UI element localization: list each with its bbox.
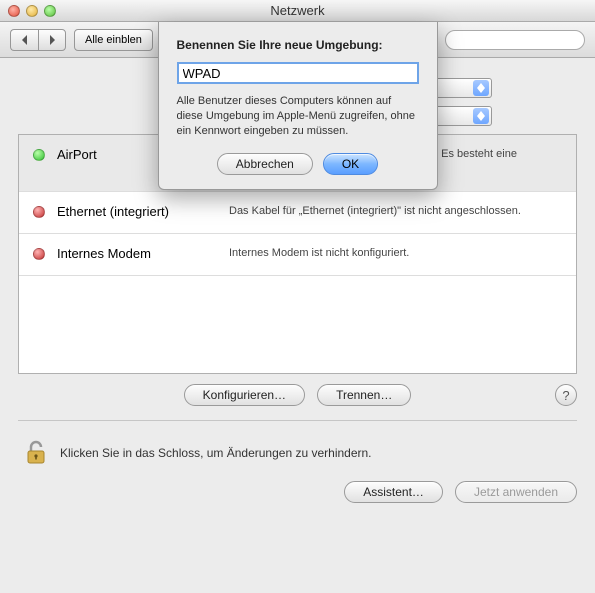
divider xyxy=(18,420,577,421)
rename-location-sheet: Benennen Sie Ihre neue Umgebung: Alle Be… xyxy=(158,22,438,190)
lock-text: Klicken Sie in das Schloss, um Änderunge… xyxy=(60,446,372,460)
chevron-left-icon xyxy=(20,35,30,45)
popup-arrows-icon xyxy=(473,80,489,96)
help-button[interactable]: ? xyxy=(555,384,577,406)
status-indicator-icon xyxy=(33,149,45,161)
search-wrap xyxy=(445,30,585,50)
popup-arrows-icon xyxy=(473,108,489,124)
ok-button[interactable]: OK xyxy=(323,153,378,175)
network-row-modem[interactable]: Internes Modem Internes Modem ist nicht … xyxy=(19,234,576,276)
status-indicator-icon xyxy=(33,206,45,218)
network-name: Internes Modem xyxy=(57,246,217,261)
forward-button[interactable] xyxy=(38,29,66,51)
disconnect-button[interactable]: Trennen… xyxy=(317,384,411,406)
titlebar: Netzwerk xyxy=(0,0,595,22)
search-input[interactable] xyxy=(445,30,585,50)
sheet-description: Alle Benutzer dieses Computers können au… xyxy=(177,94,419,139)
network-name: Ethernet (integriert) xyxy=(57,204,217,219)
sheet-buttons: Abbrechen OK xyxy=(177,153,419,175)
apply-button[interactable]: Jetzt anwenden xyxy=(455,481,577,503)
show-all-button[interactable]: Alle einblen xyxy=(74,29,153,51)
configure-button[interactable]: Konfigurieren… xyxy=(184,384,305,406)
chevron-right-icon xyxy=(47,35,57,45)
location-name-input[interactable] xyxy=(177,62,419,84)
assistant-button[interactable]: Assistent… xyxy=(344,481,443,503)
lock-open-icon[interactable] xyxy=(22,439,50,467)
window-title: Netzwerk xyxy=(0,3,595,18)
network-desc: Das Kabel für „Ethernet (integriert)" is… xyxy=(229,204,562,219)
sheet-title: Benennen Sie Ihre neue Umgebung: xyxy=(177,38,419,52)
lock-row: Klicken Sie in das Schloss, um Änderunge… xyxy=(18,435,577,475)
show-all-label: Alle einblen xyxy=(85,34,142,46)
network-desc: Internes Modem ist nicht konfiguriert. xyxy=(229,246,562,261)
network-row-ethernet[interactable]: Ethernet (integriert) Das Kabel für „Eth… xyxy=(19,192,576,234)
action-row: Konfigurieren… Trennen… ? xyxy=(18,384,577,406)
cancel-button[interactable]: Abbrechen xyxy=(217,153,313,175)
nav-group xyxy=(10,29,66,51)
status-indicator-icon xyxy=(33,248,45,260)
footer-row: Assistent… Jetzt anwenden xyxy=(18,475,577,515)
back-button[interactable] xyxy=(10,29,38,51)
